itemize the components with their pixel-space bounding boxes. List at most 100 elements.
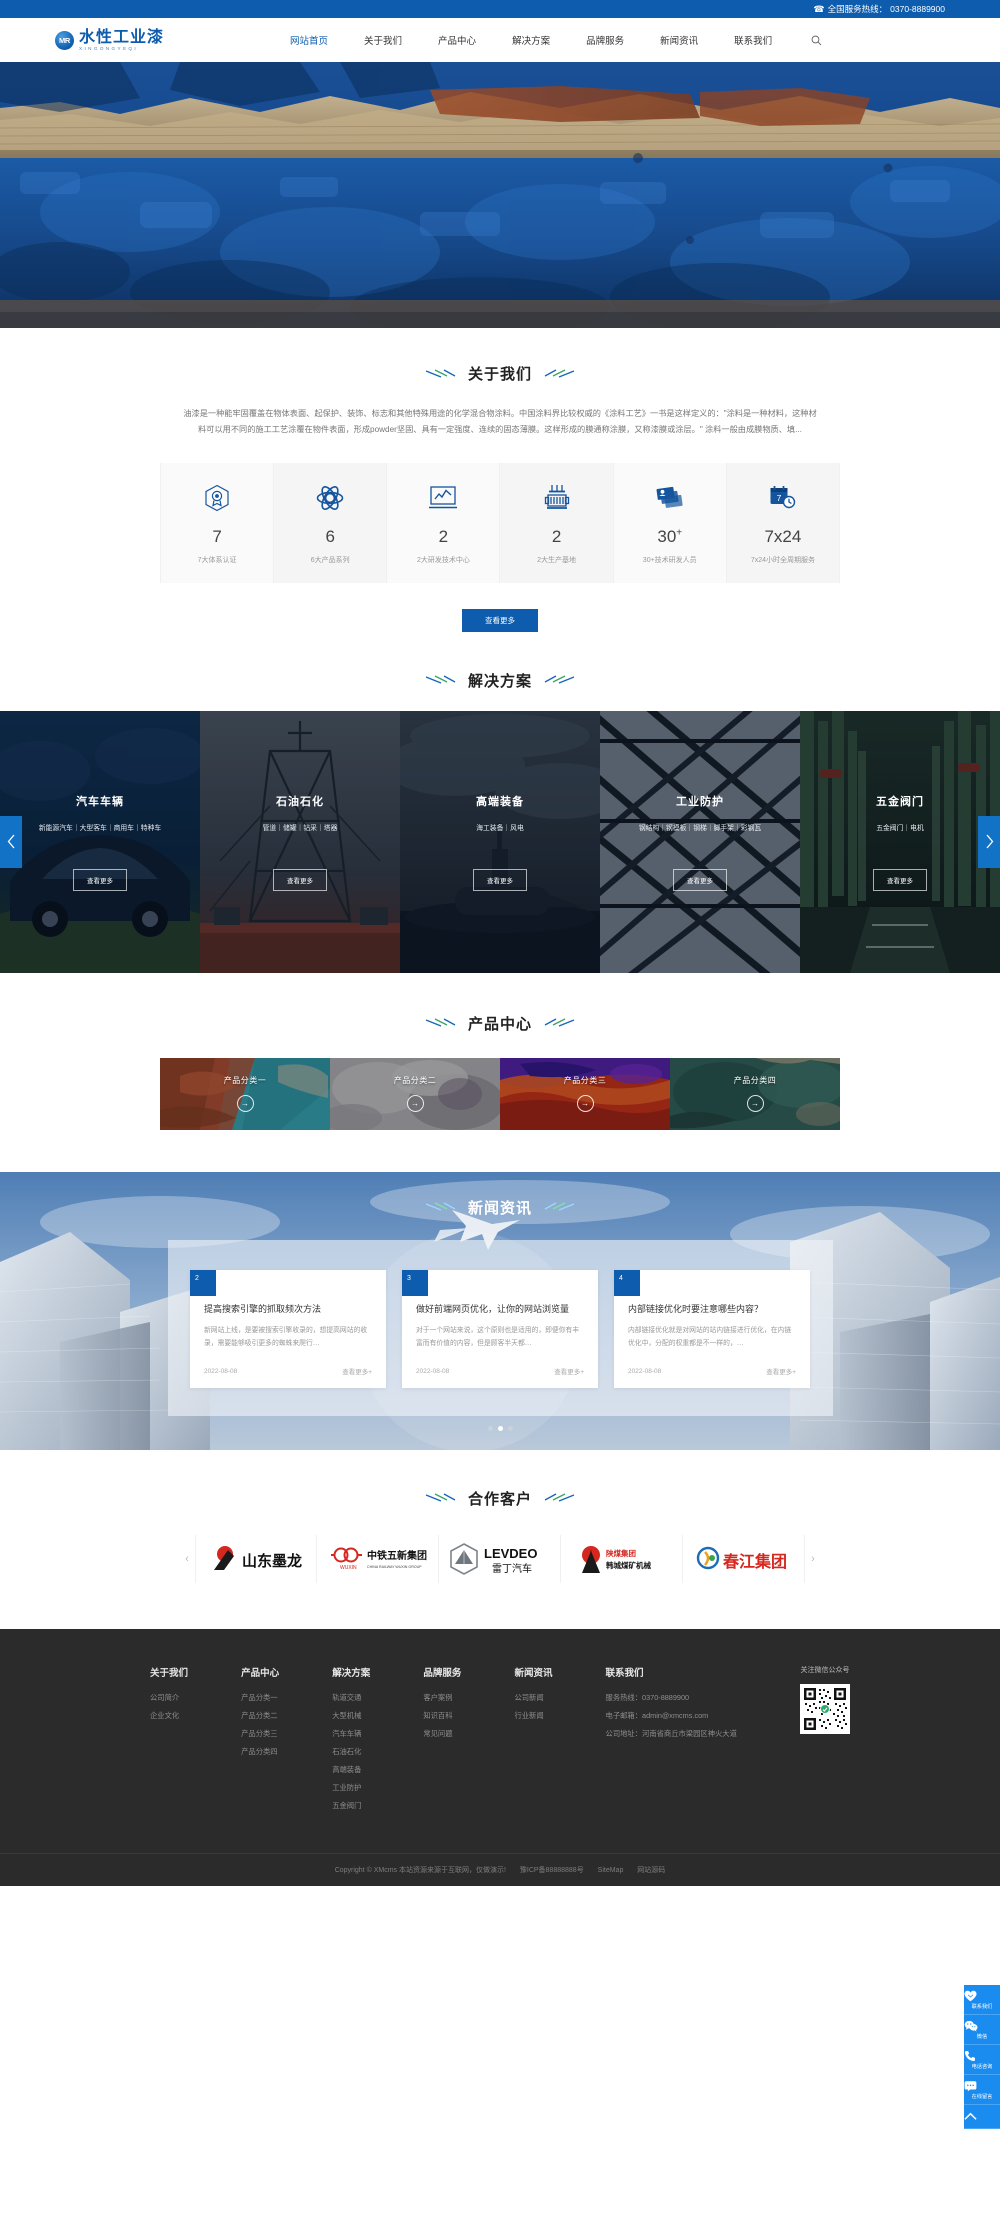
- partner-logo-2[interactable]: WUXIN 中铁五新集团 CHINA RAILWAY WUXIN GROUP: [317, 1534, 439, 1583]
- qr-caption: 关注微信公众号: [800, 1666, 850, 1674]
- footer-link[interactable]: 汽车车辆: [332, 1729, 370, 1739]
- partner-logo-4[interactable]: 陕煤集团 韩城煤矿机械: [561, 1534, 683, 1583]
- footer-link[interactable]: 产品分类三: [241, 1729, 279, 1739]
- float-item-message[interactable]: 在线留言: [964, 2075, 1000, 2105]
- product-card-1[interactable]: 产品分类一 →: [160, 1057, 330, 1130]
- solution-card-2[interactable]: 石油石化 管道｜储罐｜钻采｜塔器 查看更多: [200, 710, 400, 973]
- news-more-link[interactable]: 查看更多+: [342, 1366, 372, 1376]
- footer-link[interactable]: 公司新闻: [514, 1693, 552, 1703]
- partner-logo-1[interactable]: 山东墨龙: [195, 1534, 317, 1583]
- solution-more-button[interactable]: 查看更多: [272, 868, 327, 891]
- solution-more-button[interactable]: 查看更多: [473, 868, 527, 891]
- product-card-3[interactable]: 产品分类三 →: [500, 1057, 670, 1130]
- footer-link[interactable]: 服务热线：0370-8889900: [606, 1693, 737, 1703]
- footer-column-title: 关于我们: [150, 1667, 189, 1679]
- stat-card-4[interactable]: 2 2大生产基地: [500, 462, 614, 583]
- footer-link[interactable]: 五金阀门: [332, 1801, 370, 1811]
- footer-link[interactable]: 公司地址：河南省商丘市梁园区神火大道: [606, 1729, 737, 1739]
- footer-link[interactable]: 产品分类一: [241, 1693, 279, 1703]
- solution-more-button[interactable]: 查看更多: [673, 868, 727, 891]
- news-dot-2[interactable]: [497, 1426, 503, 1432]
- solution-card-3[interactable]: 高端装备 海工装备｜风电 查看更多: [400, 710, 600, 973]
- solutions-next-arrow[interactable]: [978, 815, 1000, 868]
- stat-card-2[interactable]: 6 6大产品系列: [274, 462, 388, 583]
- footer-link[interactable]: 行业新闻: [514, 1711, 552, 1721]
- nav-item-6[interactable]: 新闻资讯: [642, 33, 716, 47]
- footer-link[interactable]: 客户案例: [423, 1693, 461, 1703]
- hotline-number: 0370-8889900: [890, 4, 945, 14]
- solution-card-1[interactable]: 汽车车辆 新能源汽车｜大型客车｜商用车｜特种车 查看更多: [0, 710, 200, 973]
- stat-label: 30+技术研发人员: [642, 556, 697, 564]
- footer-link[interactable]: 产品分类二: [241, 1711, 279, 1721]
- arrow-right-icon[interactable]: →: [406, 1095, 424, 1113]
- float-item-phone[interactable]: 电话咨询: [964, 2045, 1000, 2075]
- news-heading: 做好前端网页优化，让你的网站浏览量: [416, 1303, 570, 1314]
- solution-card-4[interactable]: 工业防护 钢结构｜钢模板｜钢梯｜脚手架｜彩钢瓦 查看更多: [600, 710, 800, 973]
- arrow-right-icon[interactable]: →: [576, 1095, 594, 1113]
- solution-more-button[interactable]: 查看更多: [73, 868, 127, 891]
- title-decoration-left-icon: [425, 1018, 456, 1027]
- news-date: 2022-08-08: [628, 1367, 662, 1375]
- solution-card-5[interactable]: 五金阀门 五金阀门｜电机 查看更多: [800, 710, 1000, 973]
- partner-logo-3[interactable]: LEVDEO 雷丁汽车: [439, 1534, 561, 1583]
- news-more-link[interactable]: 查看更多+: [554, 1366, 584, 1376]
- partners-prev-arrow[interactable]: ‹: [179, 1553, 195, 1565]
- main-nav: 网站首页 关于我们 产品中心 解决方案 品牌服务 新闻资讯 联系我们: [272, 33, 790, 47]
- nav-item-7[interactable]: 联系我们: [716, 33, 790, 47]
- product-overlay: [330, 1057, 500, 1130]
- news-more-link[interactable]: 查看更多+: [766, 1366, 796, 1376]
- news-pagination-dots: [487, 1426, 513, 1432]
- partner-logo-5[interactable]: 春江集团: [683, 1534, 805, 1583]
- icp-number[interactable]: 豫ICP备88888888号: [520, 1867, 584, 1874]
- title-decoration-left-icon: [425, 1493, 456, 1502]
- source-link[interactable]: 网站源码: [637, 1867, 665, 1874]
- news-dot-1[interactable]: [487, 1426, 493, 1432]
- stat-card-1[interactable]: 7 7大体系认证: [161, 462, 275, 583]
- hero-banner[interactable]: [0, 62, 1000, 328]
- footer-link[interactable]: 高端装备: [332, 1765, 370, 1775]
- arrow-right-icon[interactable]: →: [746, 1095, 764, 1113]
- footer-link[interactable]: 企业文化: [150, 1711, 188, 1721]
- stat-card-5[interactable]: 30+ 30+技术研发人员: [613, 462, 727, 583]
- arrow-right-icon[interactable]: →: [236, 1095, 254, 1113]
- solutions-prev-arrow[interactable]: [0, 815, 22, 868]
- search-icon[interactable]: [808, 32, 824, 48]
- news-card-3[interactable]: 4 内部链接优化时要注意哪些内容？ 内部链接优化就是对网站的站内链接进行优化，在内链…: [614, 1269, 810, 1389]
- footer-column-title: 解决方案: [332, 1667, 371, 1679]
- title-decoration-right-icon: [544, 1493, 575, 1502]
- stat-card-6[interactable]: 7 7x24 7x24小时全周期服务: [726, 462, 840, 583]
- float-item-heart[interactable]: 联系我们: [964, 1985, 1000, 2015]
- footer-link[interactable]: 常见问题: [423, 1729, 461, 1739]
- footer-link[interactable]: 产品分类四: [241, 1747, 279, 1757]
- solution-more-button[interactable]: 查看更多: [873, 868, 927, 891]
- footer-link[interactable]: 知识百科: [423, 1711, 461, 1721]
- footer-link[interactable]: 轨道交通: [332, 1693, 370, 1703]
- nav-item-1[interactable]: 网站首页: [272, 33, 346, 47]
- about-more-button[interactable]: 查看更多: [462, 608, 538, 632]
- nav-item-2[interactable]: 关于我们: [346, 33, 420, 47]
- sitemap-link[interactable]: SiteMap: [598, 1867, 624, 1874]
- stat-card-3[interactable]: 2 2大研发技术中心: [387, 462, 501, 583]
- footer-link[interactable]: 工业防护: [332, 1783, 370, 1793]
- footer-link[interactable]: 大型机械: [332, 1711, 370, 1721]
- product-card-4[interactable]: 产品分类四 →: [670, 1057, 840, 1130]
- float-item-chevron-up[interactable]: [964, 2105, 1000, 2129]
- float-item-wechat[interactable]: 微信: [964, 2015, 1000, 2045]
- product-card-2[interactable]: 产品分类二 →: [330, 1057, 500, 1130]
- nav-item-3[interactable]: 产品中心: [420, 33, 494, 47]
- news-card-1[interactable]: 2 提高搜索引擎的抓取频次方法 新网站上线，是要被搜索引擎收录的，想提高网站的收录，…: [190, 1269, 386, 1389]
- footer-link[interactable]: 石油石化: [332, 1747, 370, 1757]
- products-title-wrap: 产品中心: [0, 1013, 1000, 1034]
- news-dot-3[interactable]: [507, 1426, 513, 1432]
- stat-label: 2大生产基地: [537, 556, 577, 564]
- svg-text:陕煤集团: 陕煤集团: [606, 1548, 636, 1558]
- footer-link[interactable]: 电子邮箱：admin@xmcms.com: [606, 1711, 737, 1721]
- site-logo[interactable]: MR 水性工业漆 XINGONGYEQI: [55, 28, 164, 52]
- partners-next-arrow[interactable]: ›: [805, 1553, 821, 1565]
- heart-icon: [964, 1990, 1000, 2002]
- stat-number: 30+: [657, 526, 683, 546]
- nav-item-5[interactable]: 品牌服务: [568, 33, 642, 47]
- footer-link[interactable]: 公司简介: [150, 1693, 188, 1703]
- news-card-2[interactable]: 3 做好前端网页优化，让你的网站浏览量 对于一个网站来说，这个原则也是适用的，即便你…: [402, 1269, 598, 1389]
- nav-item-4[interactable]: 解决方案: [494, 33, 568, 47]
